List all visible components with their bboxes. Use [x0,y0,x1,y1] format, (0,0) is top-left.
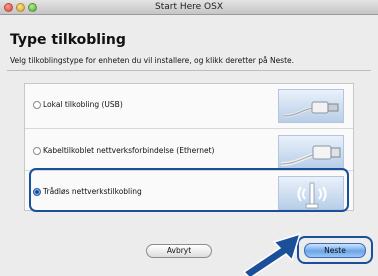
screenshot: Start Here OSX Type tilkobling Velg tilk… [0,0,378,276]
usb-option-label: Lokal tilkobling (USB) [43,100,123,109]
option-divider [25,128,353,129]
option-ethernet[interactable]: Kabeltilkoblet nettverksforbindelse (Eth… [25,132,353,170]
pointer-arrow-icon [242,232,302,276]
window-title: Start Here OSX [154,2,223,12]
header-divider [7,70,371,71]
instruction-text: Velg tilkoblingstype for enheten du vil … [10,56,295,65]
usb-cable-icon [278,89,344,123]
usb-radio-button[interactable] [33,101,41,109]
installer-window: Start Here OSX Type tilkobling Velg tilk… [0,0,378,276]
cancel-button[interactable]: Avbryt [146,244,212,258]
ethernet-option-label: Kabeltilkoblet nettverksforbindelse (Eth… [43,146,215,155]
ethernet-radio-button[interactable] [33,147,41,155]
next-button[interactable]: Neste [304,243,366,258]
title-bar[interactable]: Start Here OSX [0,0,378,15]
ethernet-cable-icon [278,135,344,169]
page-title: Type tilkobling [10,32,126,48]
wireless-option-highlight [29,168,349,212]
option-usb[interactable]: Lokal tilkobling (USB) [25,86,353,124]
